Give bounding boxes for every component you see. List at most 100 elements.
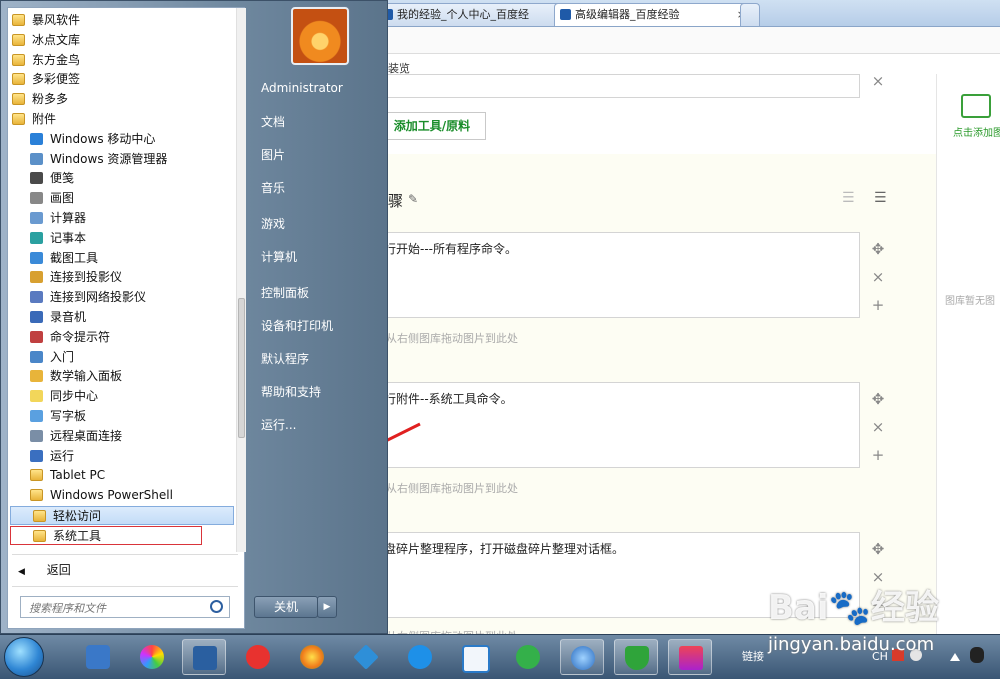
media-player-taskbar-icon[interactable] bbox=[182, 639, 226, 675]
program-item[interactable]: 多彩便签 bbox=[8, 70, 232, 89]
program-item[interactable]: 写字板 bbox=[8, 407, 232, 426]
program-item[interactable]: 数学输入面板 bbox=[8, 367, 232, 386]
notepad-icon bbox=[30, 231, 43, 244]
program-item[interactable]: 同步中心 bbox=[8, 387, 232, 406]
program-label: 录音机 bbox=[50, 310, 87, 324]
shutdown-button[interactable]: 关机 bbox=[254, 596, 318, 618]
start-menu-left-pane: 暴风软件冰点文库东方金鸟多彩便签粉多多附件 Windows 移动中心 Windows… bbox=[7, 7, 246, 629]
search-input[interactable] bbox=[27, 598, 211, 618]
show-hidden-icons-icon[interactable] bbox=[950, 653, 960, 661]
watermark-url: jingyan.baidu.com bbox=[768, 634, 935, 655]
program-item[interactable]: 暴风软件 bbox=[8, 11, 232, 30]
program-label: 入门 bbox=[50, 349, 75, 364]
start-menu: 暴风软件冰点文库东方金鸟多彩便签粉多多附件 Windows 移动中心 Windows… bbox=[0, 0, 388, 634]
program-label: 远程桌面连接 bbox=[50, 428, 123, 443]
back-arrow-icon: ◀ bbox=[18, 567, 25, 577]
sound-recorder-icon bbox=[30, 311, 43, 323]
folder-icon bbox=[33, 510, 46, 522]
program-label: 冰点文库 bbox=[32, 32, 81, 47]
program-label: 同步中心 bbox=[50, 389, 99, 404]
link-default-programs[interactable]: 默认程序 bbox=[261, 350, 309, 367]
search-icon[interactable] bbox=[210, 600, 223, 613]
user-name-link[interactable]: Administrator bbox=[261, 81, 343, 95]
program-label: 数学输入面板 bbox=[50, 369, 123, 384]
link-computer[interactable]: 计算机 bbox=[261, 248, 297, 265]
program-item[interactable]: 附件 bbox=[8, 110, 232, 129]
remote-desktop-icon bbox=[30, 429, 43, 442]
program-item[interactable]: Windows PowerShell bbox=[8, 486, 232, 505]
program-item[interactable]: 便笺 bbox=[8, 169, 232, 188]
program-label: 运行 bbox=[50, 448, 75, 463]
command-prompt-icon bbox=[30, 330, 43, 343]
program-item[interactable]: Tablet PC bbox=[8, 466, 232, 485]
feiq-taskbar-icon[interactable] bbox=[344, 639, 388, 675]
program-item[interactable]: 记事本 bbox=[8, 229, 232, 248]
color-app-taskbar-icon[interactable] bbox=[130, 639, 174, 675]
program-item[interactable]: 计算器 bbox=[8, 209, 232, 228]
program-item[interactable]: Windows 资源管理器 bbox=[8, 150, 232, 169]
program-label: Windows 移动中心 bbox=[50, 131, 156, 146]
program-list-scrollbar[interactable] bbox=[236, 8, 246, 552]
link-games[interactable]: 游戏 bbox=[261, 215, 285, 232]
program-item[interactable]: 画图 bbox=[8, 189, 232, 208]
snipping-tool-icon bbox=[30, 251, 43, 264]
program-item[interactable]: Windows 移动中心 bbox=[8, 130, 232, 149]
program-label: 暴风软件 bbox=[32, 13, 81, 27]
folder-icon bbox=[12, 33, 25, 46]
program-label: 记事本 bbox=[50, 230, 87, 245]
program-label: 计算器 bbox=[50, 211, 87, 225]
program-label: Tablet PC bbox=[50, 468, 106, 483]
program-label: Windows 资源管理器 bbox=[50, 151, 168, 166]
program-item[interactable]: 运行 bbox=[8, 447, 232, 466]
network-projector-icon bbox=[30, 291, 43, 304]
folder-icon bbox=[12, 93, 25, 106]
link-run[interactable]: 运行... bbox=[261, 416, 296, 433]
ie-browser-taskbar-icon[interactable] bbox=[76, 639, 120, 675]
link-help-support[interactable]: 帮助和支持 bbox=[261, 383, 321, 400]
calculator-icon bbox=[30, 212, 43, 224]
program-item[interactable]: 东方金鸟 bbox=[8, 51, 232, 70]
program-label: 多彩便签 bbox=[32, 72, 81, 87]
program-item[interactable]: 粉多多 bbox=[8, 90, 232, 109]
program-item[interactable]: 录音机 bbox=[8, 308, 232, 327]
swirl-app-taskbar-icon[interactable] bbox=[398, 639, 442, 675]
folder-icon bbox=[12, 73, 25, 86]
link-documents[interactable]: 文档 bbox=[261, 113, 285, 130]
program-label: 粉多多 bbox=[32, 92, 69, 107]
browser-360-taskbar-icon[interactable] bbox=[290, 639, 334, 675]
link-devices-printers[interactable]: 设备和打印机 bbox=[261, 317, 333, 334]
program-item[interactable]: 入门 bbox=[8, 348, 232, 367]
tray-links-label[interactable]: 链接 bbox=[742, 635, 764, 679]
globe-browser-taskbar-icon[interactable] bbox=[560, 639, 604, 675]
user-picture-avatar[interactable] bbox=[291, 7, 349, 65]
divider bbox=[12, 554, 238, 555]
program-label: 截图工具 bbox=[50, 250, 99, 265]
sticky-notes-icon bbox=[30, 172, 43, 185]
program-label: 轻松访问 bbox=[53, 509, 102, 523]
cloud-app-taskbar-icon[interactable] bbox=[452, 639, 496, 675]
program-item[interactable]: 连接到网络投影仪 bbox=[8, 288, 232, 307]
back-button[interactable]: ◀ 返回 bbox=[18, 560, 71, 580]
program-item[interactable]: 远程桌面连接 bbox=[8, 427, 232, 446]
weibo-taskbar-icon[interactable] bbox=[236, 639, 280, 675]
search-box[interactable] bbox=[20, 596, 230, 618]
box-app-taskbar-icon[interactable] bbox=[668, 639, 712, 675]
program-item[interactable]: 截图工具 bbox=[8, 249, 232, 268]
start-orb-icon[interactable] bbox=[4, 637, 44, 677]
program-list: 暴风软件冰点文库东方金鸟多彩便签粉多多附件 Windows 移动中心 Windows… bbox=[8, 8, 236, 552]
link-music[interactable]: 音乐 bbox=[261, 179, 285, 196]
divider bbox=[12, 586, 238, 587]
scrollbar-thumb[interactable] bbox=[238, 298, 245, 438]
program-item[interactable]: 冰点文库 bbox=[8, 31, 232, 50]
link-pictures[interactable]: 图片 bbox=[261, 146, 285, 163]
program-item[interactable]: 系统工具 bbox=[10, 525, 202, 545]
qq-tray-icon[interactable] bbox=[970, 647, 984, 663]
link-control-panel[interactable]: 控制面板 bbox=[261, 284, 309, 301]
program-item[interactable]: 连接到投影仪 bbox=[8, 268, 232, 287]
security-shield-taskbar-icon[interactable] bbox=[614, 639, 658, 675]
program-label: 系统工具 bbox=[53, 528, 102, 543]
shutdown-options-button[interactable]: ▶ bbox=[317, 596, 337, 618]
update-app-taskbar-icon[interactable] bbox=[506, 639, 550, 675]
program-item[interactable]: 轻松访问 bbox=[10, 506, 234, 525]
program-item[interactable]: 命令提示符 bbox=[8, 328, 232, 347]
